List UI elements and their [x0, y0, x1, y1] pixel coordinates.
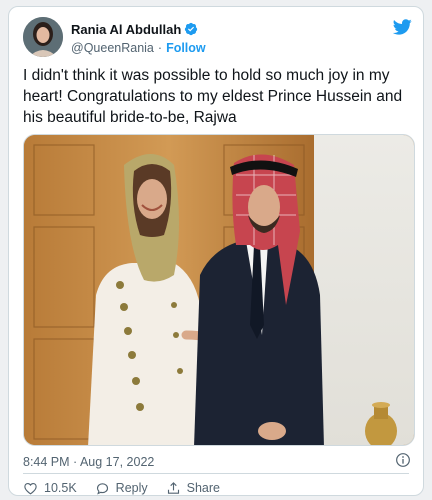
- reply-bubble-icon: [96, 482, 108, 495]
- avatar[interactable]: [23, 17, 63, 57]
- reply-label: Reply: [115, 481, 148, 495]
- reply-button[interactable]: Reply: [95, 481, 148, 495]
- separator-dot: ·: [157, 41, 163, 55]
- tweet-photo[interactable]: [23, 134, 415, 446]
- like-button[interactable]: 10.5K: [23, 481, 77, 495]
- heart-icon: [24, 482, 37, 494]
- info-icon[interactable]: [395, 452, 411, 468]
- share-label: Share: [186, 481, 220, 495]
- tweet-header: Rania Al Abdullah @QueenRania · Follow: [23, 17, 413, 59]
- tweet-card: Rania Al Abdullah @QueenRania · Follow I…: [8, 6, 424, 496]
- author-name[interactable]: Rania Al Abdullah: [71, 22, 181, 37]
- verified-badge-icon: [184, 22, 198, 36]
- like-count: 10.5K: [44, 481, 77, 495]
- tweet-text: I didn't think it was possible to hold s…: [23, 67, 403, 126]
- twitter-bird-icon[interactable]: [391, 17, 413, 37]
- follow-button[interactable]: Follow: [166, 41, 206, 55]
- action-bar: 10.5K Reply Share: [23, 478, 238, 495]
- divider: [23, 473, 409, 474]
- tweet-timestamp[interactable]: 8:44 PM · Aug 17, 2022: [23, 455, 154, 469]
- share-button[interactable]: Share: [166, 481, 220, 495]
- author-handle[interactable]: @QueenRania: [71, 41, 154, 55]
- share-icon: [167, 481, 179, 494]
